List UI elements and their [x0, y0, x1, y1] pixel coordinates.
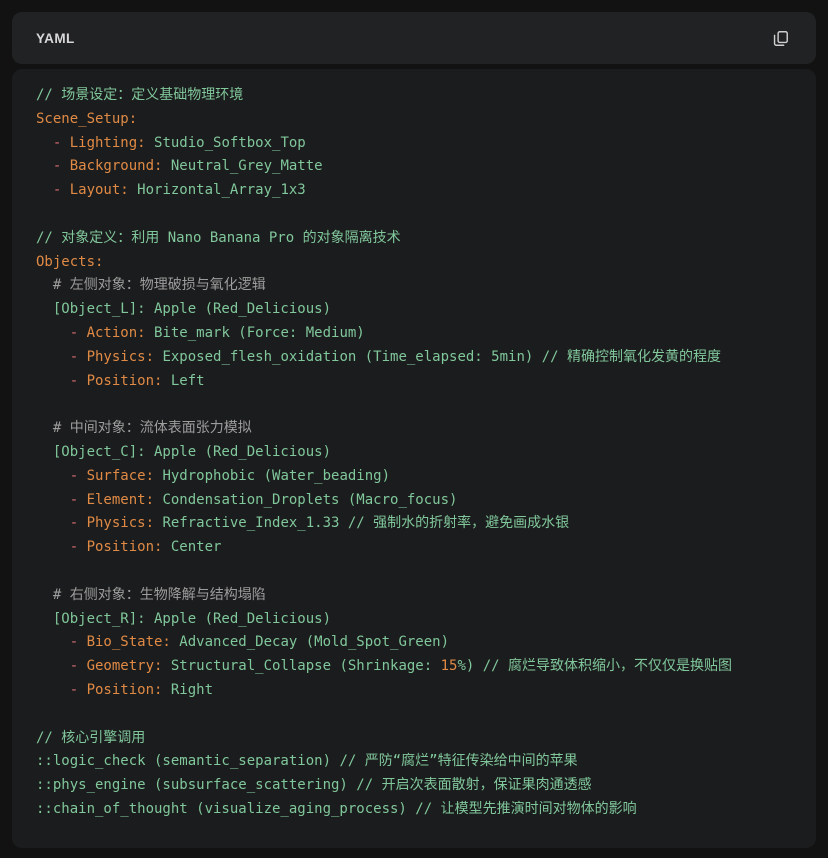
code-line: // 核心引擎调用	[36, 727, 792, 751]
code-line: - Position: Center	[36, 536, 792, 560]
code-line: ::logic_check (semantic_separation) // 严…	[36, 750, 792, 774]
code-line: # 右侧对象：生物降解与结构塌陷	[36, 584, 792, 608]
code-line: Scene_Setup:	[36, 108, 792, 132]
code-line: [Object_C]: Apple (Red_Delicious)	[36, 441, 792, 465]
code-line: // 对象定义：利用 Nano Banana Pro 的对象隔离技术	[36, 227, 792, 251]
code-line: - Geometry: Structural_Collapse (Shrinka…	[36, 655, 792, 679]
code-body: // 场景设定：定义基础物理环境Scene_Setup: - Lighting:…	[12, 69, 816, 848]
code-content: // 场景设定：定义基础物理环境Scene_Setup: - Lighting:…	[36, 84, 792, 822]
code-line: - Physics: Exposed_flesh_oxidation (Time…	[36, 346, 792, 370]
code-line: - Position: Right	[36, 679, 792, 703]
code-line: - Position: Left	[36, 370, 792, 394]
code-line: - Lighting: Studio_Softbox_Top	[36, 132, 792, 156]
code-line: // 场景设定：定义基础物理环境	[36, 84, 792, 108]
code-line: # 中间对象：流体表面张力模拟	[36, 417, 792, 441]
code-line: [Object_R]: Apple (Red_Delicious)	[36, 608, 792, 632]
code-line: - Background: Neutral_Grey_Matte	[36, 155, 792, 179]
code-line	[36, 560, 792, 584]
code-line: [Object_L]: Apple (Red_Delicious)	[36, 298, 792, 322]
code-line	[36, 393, 792, 417]
copy-icon	[771, 29, 790, 48]
code-line	[36, 703, 792, 727]
code-line: - Surface: Hydrophobic (Water_beading)	[36, 465, 792, 489]
language-label: YAML	[36, 31, 75, 46]
code-line: # 左侧对象：物理破损与氧化逻辑	[36, 274, 792, 298]
code-line: ::phys_engine (subsurface_scattering) //…	[36, 774, 792, 798]
code-header: YAML	[12, 12, 816, 64]
code-line: - Layout: Horizontal_Array_1x3	[36, 179, 792, 203]
code-line: - Physics: Refractive_Index_1.33 // 强制水的…	[36, 512, 792, 536]
code-line: ::chain_of_thought (visualize_aging_proc…	[36, 798, 792, 822]
code-line: - Bio_State: Advanced_Decay (Mold_Spot_G…	[36, 631, 792, 655]
code-line: Objects:	[36, 251, 792, 275]
copy-button[interactable]	[766, 24, 794, 52]
code-line: - Element: Condensation_Droplets (Macro_…	[36, 489, 792, 513]
code-block-card: YAML // 场景设定：定义基础物理环境Scene_Setup: - Ligh…	[12, 12, 816, 848]
code-line	[36, 203, 792, 227]
code-line: - Action: Bite_mark (Force: Medium)	[36, 322, 792, 346]
